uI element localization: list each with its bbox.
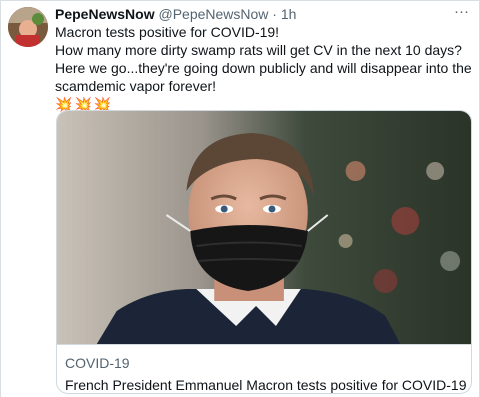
avatar-image (8, 7, 48, 47)
card-title: French President Emmanuel Macron tests p… (65, 377, 467, 393)
card-image[interactable] (57, 111, 471, 344)
tweet-text: Macron tests positive for COVID-19! How … (55, 23, 472, 112)
tweet[interactable]: PepeNewsNow @PepeNewsNow · 1h ··· Macron… (0, 0, 480, 397)
link-card[interactable]: COVID-19 French President Emmanuel Macro… (56, 110, 472, 394)
tweet-line: How many more dirty swamp rats will get … (55, 42, 462, 58)
separator-dot: · (272, 6, 277, 22)
user-handle[interactable]: @PepeNewsNow (158, 6, 268, 22)
more-horizontal-icon[interactable]: ··· (454, 4, 469, 19)
display-name[interactable]: PepeNewsNow (55, 6, 155, 22)
tweet-line: scamdemic vapor forever! (55, 78, 217, 94)
tweet-header: PepeNewsNow @PepeNewsNow · 1h (55, 5, 455, 23)
avatar[interactable] (8, 7, 48, 47)
card-domain: COVID-19 (65, 355, 130, 371)
tweet-line: Here we go...they're going down publicly… (55, 60, 472, 76)
card-meta[interactable]: COVID-19 French President Emmanuel Macro… (57, 344, 471, 393)
timestamp[interactable]: 1h (281, 6, 297, 22)
tweet-line: Macron tests positive for COVID-19! (55, 24, 280, 40)
